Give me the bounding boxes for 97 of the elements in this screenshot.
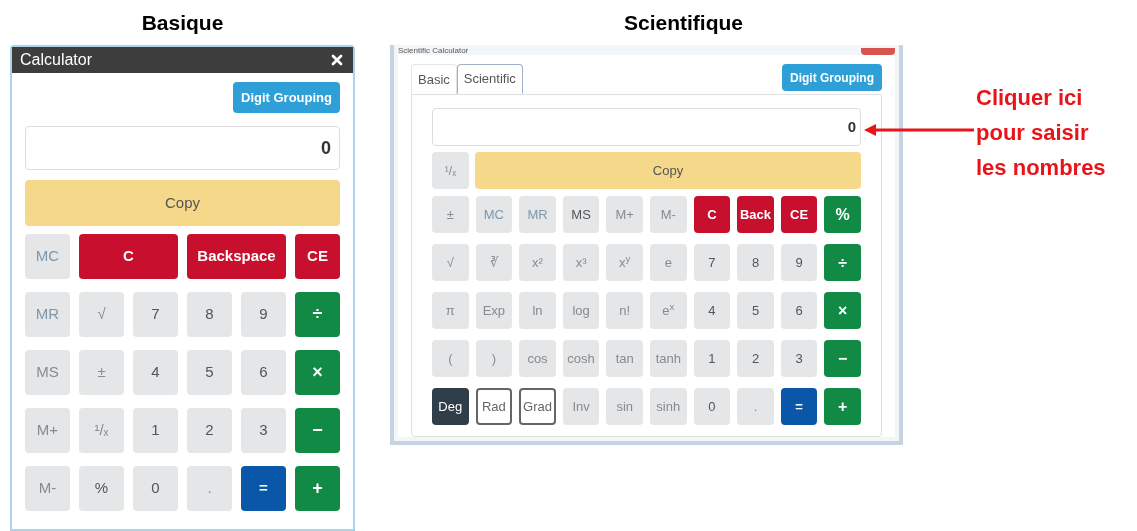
section-heading: Basique [141,9,224,36]
calculator-key[interactable]: Exp [475,292,513,329]
calculator-key[interactable]: M+ [606,196,643,233]
calculator-key[interactable]: + [295,466,340,511]
calculator-key[interactable]: e$^{x}$ [650,292,687,329]
calculator-key[interactable]: 9 [780,244,818,281]
calculator-key[interactable]: 4 [133,350,178,395]
window-title: Scientific Calculator [398,47,469,55]
calculator-key[interactable]: 2 [737,340,774,377]
tab[interactable]: Scientific [456,64,523,94]
calculator-key[interactable]: 0 [693,388,731,425]
calculator-key[interactable]: C [693,196,731,233]
calculator-key[interactable]: ¹/ₓ [432,152,469,189]
calculator-key[interactable]: 7 [133,292,178,337]
window-title: Calculator [20,50,93,70]
calculator-key[interactable]: − [824,340,861,377]
calculator-key[interactable]: 6 [780,292,818,329]
annotation-text: pour saisir [976,119,1090,147]
section-heading: Scientifique [624,9,743,36]
calculator-key[interactable]: x$^{y}$ [606,244,643,281]
calculator-key[interactable]: % [79,466,124,511]
close-icon[interactable] [329,52,345,68]
annotation-text: Cliquer ici [976,84,1084,112]
calculator-key[interactable]: 4 [693,292,731,329]
calculator-key[interactable]: 7 [693,244,731,281]
calculator-key[interactable]: Grad [519,388,556,425]
calculator-key[interactable]: M- [650,196,687,233]
calculator-key[interactable]: sinh [650,388,687,425]
calculator-key[interactable]: 3 [780,340,818,377]
calculator-key[interactable]: + [824,388,861,425]
display-field[interactable]: 0 [432,108,861,146]
calculator-key[interactable]: MC [475,196,513,233]
digit-grouping-button[interactable]: Digit Grouping [782,64,882,91]
calculator-key[interactable]: 2 [187,408,232,453]
calculator-key[interactable]: ( [432,340,469,377]
calculator-key[interactable]: MS [562,196,600,233]
calculator-key[interactable]: 1 [133,408,178,453]
copy-button[interactable]: Copy [25,180,340,226]
calculator-key[interactable]: 1 [693,340,731,377]
calculator-key[interactable]: ± [79,350,124,395]
calculator-key[interactable]: × [824,292,861,329]
calculator-key[interactable]: 6 [241,350,286,395]
calculator-key[interactable]: − [295,408,340,453]
calculator-key[interactable]: ∛ [475,244,513,281]
calculator-key[interactable]: ¹/ₓ [79,408,124,453]
calculator-key[interactable]: π [432,292,469,329]
calculator-key[interactable]: cosh [562,340,600,377]
calculator-key[interactable]: Rad [475,388,513,425]
calculator-key[interactable]: 8 [737,244,774,281]
calculator-key[interactable]: Backspace [187,234,286,279]
calculator-key[interactable]: MC [25,234,70,279]
calculator-key[interactable]: x³ [562,244,600,281]
calculator-key[interactable]: Inv [562,388,600,425]
calculator-key[interactable]: % [824,196,861,233]
calculator-key[interactable]: 8 [187,292,232,337]
arrow-icon [864,123,974,137]
calculator-key[interactable]: ln [519,292,556,329]
calculator-key[interactable]: Deg [432,388,469,425]
annotation-text: les nombres [976,154,1106,182]
calculator-key[interactable]: = [241,466,286,511]
calculator-key[interactable]: Back [737,196,774,233]
calculator-key[interactable]: 3 [241,408,286,453]
calculator-key[interactable]: x² [519,244,556,281]
calculator-key[interactable]: 9 [241,292,286,337]
calculator-key[interactable]: sin [606,388,643,425]
calculator-key[interactable]: ÷ [295,292,340,337]
display-field[interactable]: 0 [25,126,340,170]
calculator-key[interactable]: ± [432,196,469,233]
calculator-key[interactable]: MS [25,350,70,395]
calculator-key[interactable]: e [650,244,687,281]
copy-button[interactable]: Copy [475,152,861,189]
calculator-key[interactable]: MR [25,292,70,337]
calculator-key[interactable]: 0 [133,466,178,511]
calculator-key[interactable]: 5 [737,292,774,329]
calculator-key[interactable]: MR [519,196,556,233]
calculator-key[interactable]: × [295,350,340,395]
calculator-key[interactable]: log [562,292,600,329]
digit-grouping-button[interactable]: Digit Grouping [233,82,340,113]
tab[interactable]: Basic [411,64,457,94]
calculator-key[interactable]: . [737,388,774,425]
calculator-key[interactable]: CE [780,196,818,233]
calculator-key[interactable]: . [187,466,232,511]
calculator-key[interactable]: C [79,234,178,279]
calculator-key[interactable]: CE [295,234,340,279]
calculator-key[interactable]: cos [519,340,556,377]
calculator-key[interactable]: ÷ [824,244,861,281]
calculator-key[interactable]: = [780,388,818,425]
calculator-key[interactable]: n! [606,292,643,329]
calculator-key[interactable]: √ [79,292,124,337]
calculator-key[interactable]: M- [25,466,70,511]
calculator-key[interactable]: M+ [25,408,70,453]
calculator-key[interactable]: tan [606,340,643,377]
calculator-key[interactable]: √ [432,244,469,281]
calculator-key[interactable]: ) [475,340,513,377]
calculator-key[interactable]: tanh [650,340,687,377]
calculator-key[interactable]: 5 [187,350,232,395]
close-button[interactable] [861,48,895,55]
